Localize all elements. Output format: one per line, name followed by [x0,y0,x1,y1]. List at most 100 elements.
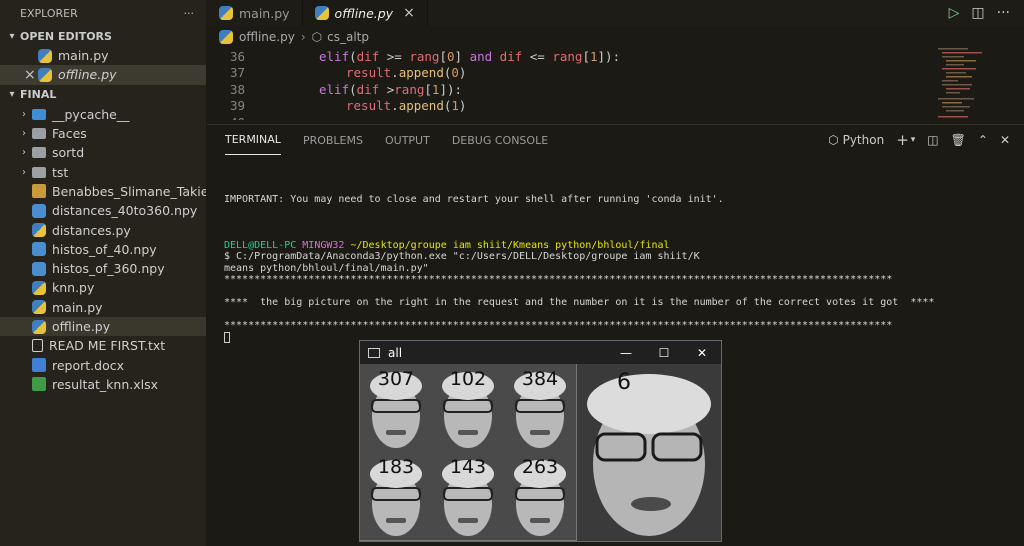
python-file-icon [32,300,46,315]
code-line: 38 elif(dif >rang[1]): [207,81,927,98]
code-line: 37 result.append(0) [207,65,927,82]
python-file-icon [32,280,46,295]
tree-item-file[interactable]: resultat_knn.xlsx [0,375,206,394]
terminal-stars: ****************************************… [224,320,893,331]
maximize-panel-icon[interactable]: ⌃ [978,133,988,147]
face-thumbnail: 307 [360,364,432,452]
close-button[interactable]: ✕ [683,346,721,360]
chevron-down-icon[interactable]: ▾ [911,135,916,145]
npy-file-icon [32,203,46,218]
image-file-icon [32,184,46,199]
tab-output[interactable]: OUTPUT [385,125,430,155]
tree-item-file[interactable]: distances.py [0,220,206,239]
breadcrumb: offline.py › ⬡ cs_altp [207,26,1024,48]
tree-item-file[interactable]: histos_of_360.npy [0,259,206,278]
tab-label: offline.py [334,5,394,21]
tree-item-file[interactable]: READ ME FIRST.txt [0,336,206,355]
line-number: 38 [229,81,245,97]
tree-item-folder[interactable]: › Faces [0,124,206,143]
window-titlebar[interactable]: all — ☐ ✕ [360,341,721,364]
prompt-path: ~/Desktop/groupe iam shiit/Kmeans python… [350,239,670,251]
tree-item-file[interactable]: Benabbes_Slimane_Takiedine... [0,182,206,201]
run-icon[interactable]: ▷ [949,5,960,21]
tree-item-label: distances_40to360.npy [52,203,198,219]
close-icon[interactable]: ✕ [1000,133,1010,147]
terminal-output[interactable]: IMPORTANT: You may need to close and res… [224,159,1014,343]
tree-item-label: tst [52,164,69,180]
minimize-button[interactable]: — [607,346,645,360]
chevron-right-icon: › [22,108,26,120]
vote-count: 384 [521,368,559,390]
window-icon [368,347,380,358]
code-line: 39 result.append(1) [207,98,927,115]
split-editor-icon[interactable]: ◫ [971,5,984,21]
excel-file-icon [32,377,46,392]
open-editor-label: main.py [58,48,109,64]
terminal-shell-selector[interactable]: ⬡ Python [828,133,884,147]
maximize-button[interactable]: ☐ [645,346,683,360]
tree-item-folder[interactable]: › tst [0,162,206,181]
more-actions-icon[interactable]: ··· [184,7,195,20]
python-file-icon [32,223,46,238]
close-tab-icon[interactable]: × [403,5,415,21]
tab-terminal[interactable]: TERMINAL [225,125,281,155]
minimap[interactable] [930,44,1024,124]
tree-item-label: resultat_knn.xlsx [52,376,159,392]
tab-main-py[interactable]: main.py [207,0,303,26]
vote-count: 6 [617,370,631,395]
folder-section[interactable]: ▾ FINAL [0,85,206,105]
code-line: 40 [207,114,927,120]
face-thumbnail: 183 [360,452,432,540]
python-file-icon [32,319,46,334]
tab-debug-console[interactable]: DEBUG CONSOLE [452,125,548,155]
vote-count: 183 [377,456,415,478]
code-text: elif(dif >rang[1]): [319,81,463,97]
tab-problems[interactable]: PROBLEMS [303,125,363,155]
python-file-icon [38,67,52,82]
tree-item-file[interactable]: distances_40to360.npy [0,201,206,220]
npy-file-icon [32,261,46,276]
tree-item-file[interactable]: knn.py [0,278,206,297]
open-editor-label: offline.py [58,67,117,83]
tree-item-file[interactable]: main.py [0,298,206,317]
code-text: result.append(0) [346,65,467,81]
new-terminal-icon[interactable]: + [896,131,909,149]
tree-item-label: Benabbes_Slimane_Takiedine... [52,183,206,199]
tab-label: main.py [239,5,290,21]
chevron-down-icon: ▾ [9,89,15,101]
tree-item-folder[interactable]: › sortd [0,143,206,162]
tree-item-file[interactable]: offline.py [0,316,206,337]
tree-item-file[interactable]: report.docx [0,355,206,374]
python-file-icon [219,6,233,20]
breadcrumb-symbol[interactable]: cs_altp [327,30,369,44]
prompt-shell: MINGW32 [302,239,345,251]
pycache-folder-icon [32,108,46,120]
open-editors-section[interactable]: ▾ OPEN EDITORS [0,26,206,46]
open-editor-item[interactable]: main.py [0,46,206,65]
tree-item-folder[interactable]: › __pycache__ [0,105,206,124]
code-line: 36 elif(dif >= rang[0] and dif <= rang[1… [207,48,927,65]
tree-item-label: main.py [52,299,103,315]
line-number: 36 [229,48,245,64]
code-editor[interactable]: 36 elif(dif >= rang[0] and dif <= rang[1… [207,48,927,120]
breadcrumb-file[interactable]: offline.py [239,30,295,44]
chevron-right-icon: › [22,128,26,140]
tree-item-file[interactable]: histos_of_40.npy [0,240,206,259]
python-shell-icon: ⬡ [828,133,839,147]
tree-item-label: READ ME FIRST.txt [49,338,166,354]
more-actions-icon[interactable]: ··· [997,5,1010,21]
tree-item-label: report.docx [52,357,125,373]
split-terminal-icon[interactable]: ◫ [927,133,938,147]
python-file-icon [314,6,329,20]
open-editor-item[interactable]: × offline.py [0,65,206,85]
vote-count: 307 [377,368,415,390]
folder-label: FINAL [20,88,57,102]
image-window[interactable]: all — ☐ ✕ 307 102 384 183 143 263 6 [359,340,722,542]
tab-offline-py[interactable]: offline.py × [302,0,428,26]
close-icon[interactable]: × [24,67,38,83]
trash-icon[interactable]: 🗑 [951,133,966,147]
window-controls: — ☐ ✕ [607,346,721,360]
